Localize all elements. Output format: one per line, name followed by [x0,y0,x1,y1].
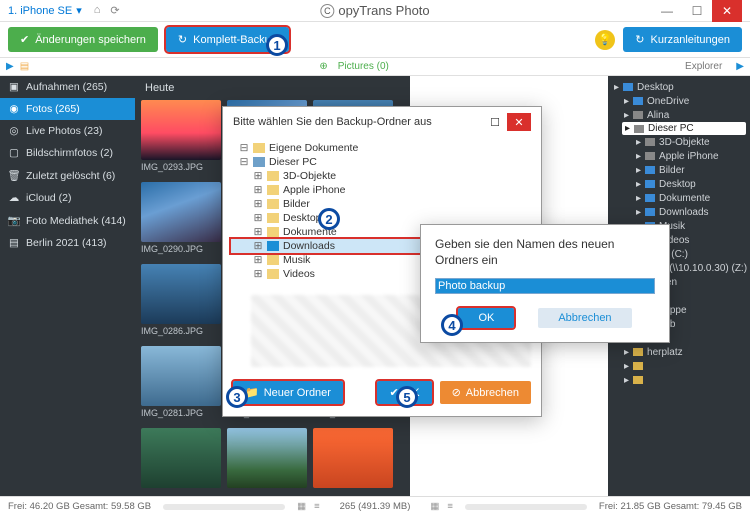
sidebar-item-mediathek[interactable]: 📷Foto Mediathek (414) [0,209,135,232]
section-header: Heute [141,80,404,100]
check-icon: ✔ [20,33,29,46]
list-icon[interactable]: ≡ [447,501,453,512]
logo-icon: C [320,4,334,18]
live-icon: ◎ [8,125,20,137]
thumbnail[interactable]: IMG_0286.JPG [141,264,221,340]
quick-guides-button[interactable]: ↻ Kurzanleitungen [623,27,742,52]
refresh-icon: ↻ [178,33,187,46]
sidebar: ▣Aufnahmen (265) ◉Fotos (265) ◎Live Phot… [0,76,135,496]
dialog-max-button[interactable]: ☐ [483,113,507,131]
thumbnail[interactable]: IMG_0293.JPG [141,100,221,176]
device-selector[interactable]: 1. iPhone SE ▾ [8,4,82,17]
tree-row[interactable]: ⊞3D-Objekte [231,169,533,183]
tree-row[interactable]: ⊞Apple iPhone [231,183,533,197]
refresh-icon[interactable]: ⟳ [110,4,119,17]
save-label: Änderungen speichern [35,34,146,46]
play-icon[interactable]: ▶ [736,61,744,72]
thumbnail[interactable] [141,428,221,488]
thumbnail[interactable] [313,428,393,488]
sidebar-item-deleted[interactable]: 🗑Zuletzt gelöscht (6) [0,164,135,187]
free-right: Frei: 21.85 GB Gesamt: 79.45 GB [599,501,742,512]
quick-label: Kurzanleitungen [650,34,730,46]
annotation-2: 2 [318,208,340,230]
folder-name-input[interactable]: Photo backup [435,278,655,294]
tree-row[interactable]: ⊞Bilder [231,197,533,211]
close-button[interactable]: ✕ [712,0,742,22]
album-icon: ▤ [8,237,20,249]
cloud-icon: ☁ [8,192,20,204]
toolbar: ✔ Änderungen speichern ↻ Komplett-Backup… [0,22,750,58]
cards-icon[interactable]: ▤ [20,61,29,72]
pictures-breadcrumb[interactable]: Pictures (0) [332,61,395,72]
zoom-slider[interactable] [163,504,285,510]
trash-icon: 🗑 [8,169,20,182]
grid-icon[interactable]: ▦ [297,501,306,512]
home-icon[interactable]: ⌂ [94,4,101,17]
new-folder-button[interactable]: 📁 Neuer Ordner [233,381,343,404]
hint-button[interactable]: 💡 [595,30,615,50]
list-icon[interactable]: ≡ [314,501,320,512]
thumbnail[interactable]: IMG_0290.JPG [141,182,221,258]
cancel-button[interactable]: ⊘ Abbrechen [440,381,531,404]
explorer-tab[interactable]: Explorer [685,61,730,72]
minimize-button[interactable]: — [652,0,682,22]
tree-row[interactable]: ⊟Eigene Dokumente [231,141,533,155]
zoom-slider[interactable] [465,504,587,510]
plus-icon[interactable]: ⊕ [319,61,327,72]
explorer-row[interactable]: ▸Desktop [612,80,746,94]
library-icon: 📷 [8,214,20,227]
explorer-row[interactable]: ▸Dieser PC [622,122,746,135]
titlebar: 1. iPhone SE ▾ ⌂ ⟳ C opyTrans Photo — ☐ … [0,0,750,22]
annotation-3: 3 [226,386,248,408]
annotation-1: 1 [266,34,288,56]
sidebar-item-screenshots[interactable]: ▢Bildschirmfotos (2) [0,142,135,164]
sidebar-item-berlin[interactable]: ▤Berlin 2021 (413) [0,232,135,254]
explorer-row[interactable]: ▸OneDrive [612,94,746,108]
screenshot-icon: ▢ [8,147,20,159]
status-bar: Frei: 46.20 GB Gesamt: 59.58 GB ▦ ≡ 265 (… [0,496,750,516]
explorer-row[interactable]: ▸Downloads [612,205,746,219]
explorer-row[interactable]: ▸Bilder [612,163,746,177]
ok-button[interactable]: OK [458,308,514,328]
explorer-row[interactable]: ▸ [612,359,746,373]
device-label: 1. iPhone SE [8,5,72,17]
sidebar-item-aufnahmen[interactable]: ▣Aufnahmen (265) [0,76,135,98]
explorer-row[interactable]: ▸Alina [612,108,746,122]
refresh-icon: ↻ [635,33,644,46]
sidebar-item-livephotos[interactable]: ◎Live Photos (23) [0,120,135,142]
annotation-5: 5 [396,386,418,408]
sidebar-item-icloud[interactable]: ☁iCloud (2) [0,187,135,209]
selection-count: 265 (491.39 MB) [340,501,411,512]
annotation-4: 4 [441,314,463,336]
app-title: C opyTrans Photo [320,3,429,18]
cancel-button[interactable]: Abbrechen [538,308,631,328]
play-icon[interactable]: ▶ [6,61,14,72]
dialog-title: Bitte wählen Sie den Backup-Ordner aus ☐… [223,107,541,137]
explorer-row[interactable]: ▸Apple iPhone [612,149,746,163]
save-changes-button[interactable]: ✔ Änderungen speichern [8,27,158,52]
photo-icon: ◉ [8,103,20,115]
tree-row[interactable]: ⊟Dieser PC [231,155,533,169]
camera-icon: ▣ [8,81,20,93]
grid-icon[interactable]: ▦ [430,501,439,512]
thumbnail[interactable] [227,428,307,488]
free-left: Frei: 46.20 GB Gesamt: 59.58 GB [8,501,151,512]
dialog-close-button[interactable]: ✕ [507,113,531,131]
chevron-down-icon: ▾ [76,4,82,17]
cancel-icon: ⊘ [452,386,461,399]
backup-label: Komplett-Backup [193,34,277,46]
thumbnail[interactable]: IMG_0281.JPG [141,346,221,422]
tree-row[interactable]: ⊞Desktop [231,211,533,225]
explorer-row[interactable]: ▸herplatz [612,345,746,359]
sidebar-item-fotos[interactable]: ◉Fotos (265) [0,98,135,120]
maximize-button[interactable]: ☐ [682,0,712,22]
explorer-row[interactable]: ▸ [612,373,746,387]
explorer-row[interactable]: ▸3D-Objekte [612,135,746,149]
explorer-row[interactable]: ▸Desktop [612,177,746,191]
prompt-text: Geben sie den Namen des neuen Ordners ei… [435,237,655,268]
subbar: ▶ ▤ ⊕ Pictures (0) Explorer ▶ [0,58,750,76]
explorer-row[interactable]: ▸Dokumente [612,191,746,205]
